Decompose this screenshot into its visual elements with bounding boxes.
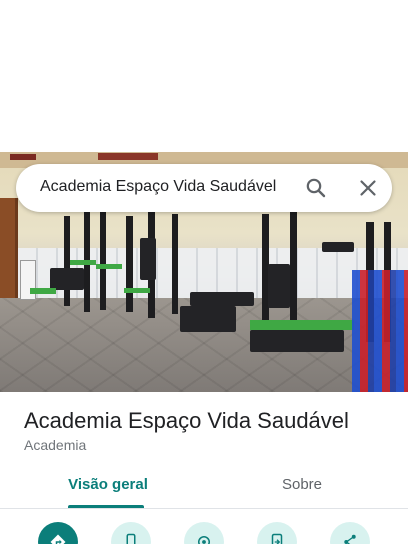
photo-machine-frame [126,216,133,312]
photo-machine-frame [100,210,106,310]
directions-icon [50,534,66,544]
place-name: Academia Espaço Vida Saudável [24,408,349,433]
photo-machine-backrest [140,238,156,280]
photo-bench-pad [30,288,56,294]
photo-bench [190,292,254,306]
photo-weight-stack [268,264,290,308]
photo-machine-frame [172,214,178,314]
photo-bench-pad [250,320,354,330]
send-to-phone-button[interactable] [257,522,297,544]
photo-bar [322,242,354,252]
location-icon [198,536,210,544]
photo-banner [10,154,36,160]
send-to-phone-icon [271,533,283,544]
directions-button[interactable] [38,522,78,544]
photo-machine-seat [70,260,96,265]
photo-machine-seat [96,264,122,269]
share-icon [344,534,356,544]
photo-bench [180,306,236,332]
photo-machine-seat [124,288,150,293]
search-icon[interactable] [304,176,328,200]
close-icon[interactable] [356,176,380,200]
photo-bench [250,330,344,352]
place-category[interactable]: Academia [24,437,86,453]
photo-banner [98,153,158,160]
photo-bench [50,268,84,290]
search-query[interactable]: Academia Espaço Vida Saudável [40,178,276,196]
location-button[interactable] [184,522,224,544]
tab-about[interactable]: Sobre [258,476,346,508]
tab-overview[interactable]: Visão geral [64,476,152,508]
photo-machine-frame [290,212,297,332]
photo-door [0,198,18,298]
tab-divider [0,508,408,509]
phone-icon [126,533,136,544]
share-button[interactable] [330,522,370,544]
call-button[interactable] [111,522,151,544]
photo-foam-rollers [352,270,408,392]
photo-cabinet [20,260,36,300]
search-bar[interactable]: Academia Espaço Vida Saudável [16,164,392,212]
